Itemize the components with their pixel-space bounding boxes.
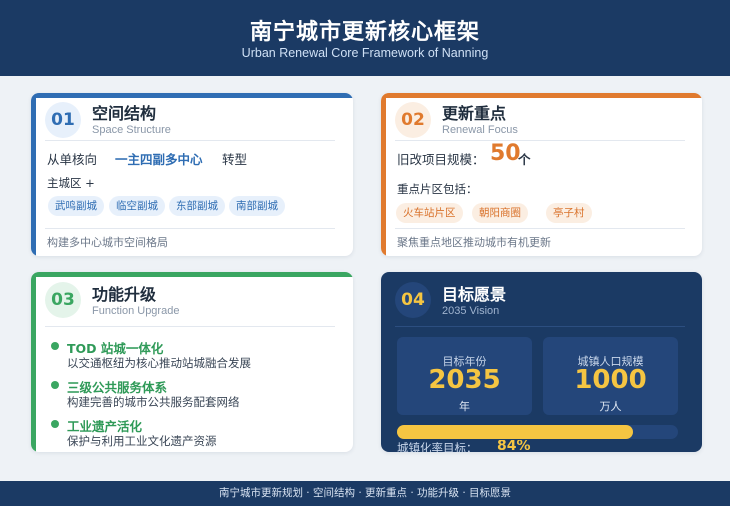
urbanization-progress-track [397,425,678,439]
sub-city-tag: 东部副城 [169,196,225,216]
card-footer-note: 构建多中心城市空间格局 [47,236,168,249]
divider [45,140,335,141]
structure-highlight: 一主四副多中心 [115,152,203,167]
card-subtitle: Space Structure [92,124,171,136]
population-box: 城镇人口规模 1000 万人 [543,337,678,415]
sub-city-tag: 武鸣副城 [48,196,104,216]
card-subtitle: Function Upgrade [92,305,180,317]
card-side-bar [381,93,386,256]
card-title: 目标愿景 [442,285,507,304]
card-title: 功能升级 [92,285,157,304]
population-value: 1000 [574,365,647,395]
function-item-desc: 保护与利用工业文化遗产资源 [67,434,217,448]
card-accent-bar [31,272,353,277]
page-subtitle: Urban Renewal Core Framework of Nanning [241,46,489,60]
key-areas-label: 重点片区包括： [397,182,478,196]
function-item-desc: 以交通枢纽为核心推动站城融合发展 [67,356,251,370]
card-number-badge: 03 [45,282,81,318]
divider [395,228,685,229]
urbanization-progress-fill [397,425,634,439]
key-area-tag: 朝阳商圈 [472,203,528,223]
bullet-icon [51,381,59,389]
card-number-badge: 04 [395,282,431,318]
project-scale-unit: 个 [518,152,531,167]
target-year-unit: 年 [459,400,470,413]
urbanization-value: 84% [497,440,531,452]
card-side-bar [31,272,36,452]
card-subtitle: 2035 Vision [442,305,500,317]
card-title: 空间结构 [92,104,157,123]
page-title: 南宁城市更新核心框架 [249,20,480,45]
sub-city-tag: 临空副城 [109,196,165,216]
function-item-desc: 构建完善的城市公共服务配套网络 [67,395,240,409]
divider [395,326,685,327]
card-number-badge: 01 [45,102,81,138]
card-title: 更新重点 [442,104,507,123]
key-area-tag: 火车站片区 [396,203,463,223]
divider [45,326,335,327]
card-footer-note: 聚焦重点地区推动城市有机更新 [397,236,551,249]
project-scale-value: 50 [490,141,521,166]
divider [45,228,335,229]
bullet-icon [51,420,59,428]
divider [395,140,685,141]
card-accent-bar [381,93,702,98]
bullet-icon [51,342,59,350]
card-side-bar [31,93,36,256]
sub-city-tag: 南部副城 [229,196,285,216]
urbanization-text-row: 城镇化率目标： 84% [381,440,702,452]
target-year-value: 2035 [428,365,501,395]
population-unit: 万人 [599,400,622,413]
card-subtitle: Renewal Focus [442,124,518,136]
card-accent-bar [31,93,353,98]
urbanization-label: 城镇化率目标： [397,441,478,452]
structure-line-prefix: 从单核向 [47,152,98,167]
card-number-badge: 02 [395,102,431,138]
target-year-box: 目标年份 2035 年 [397,337,532,415]
project-scale-label: 旧改项目规模： [397,152,485,167]
main-area-label: 主城区 + [47,176,95,190]
structure-line-suffix: 转型 [222,152,248,167]
header: 南宁城市更新核心框架 Urban Renewal Core Framework … [0,0,730,76]
footer: 南宁城市更新规划 · 空间结构 · 更新重点 · 功能升级 · 目标愿景 [0,481,730,506]
key-area-tag: 亭子村 [546,203,592,223]
